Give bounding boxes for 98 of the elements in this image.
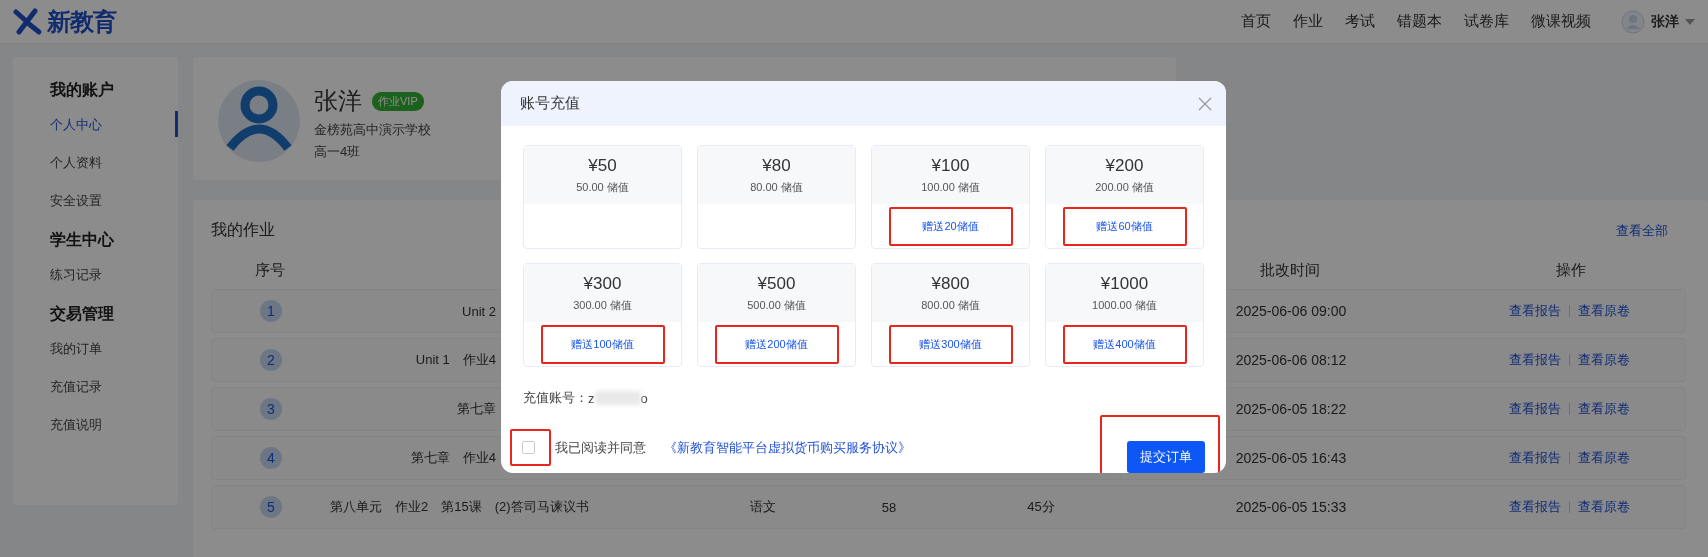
package-price: ¥80 [762,155,791,176]
package-card[interactable]: ¥500 500.00 储值 赠送200储值 [697,263,856,367]
nav-link[interactable]: 首页 [1241,12,1271,31]
package-value: 80.00 储值 [750,179,803,195]
agreement-link[interactable]: 《新教育智能平台虚拟货币购买服务协议》 [664,438,911,457]
table-cell: Unit 2 [462,303,496,319]
avatar-icon [218,80,300,162]
column-header: 批改时间 [1259,260,1321,280]
table-cell: 45分 [1027,499,1055,514]
action-link[interactable]: 查看报告 [1508,351,1561,369]
row-number: 4 [260,447,282,469]
nav-link[interactable]: 作业 [1293,12,1323,31]
sidebar-heading: 我的账户 [50,80,115,100]
sidebar-item[interactable]: 个人中心 [50,115,178,135]
nav-link[interactable]: 微课视频 [1531,12,1591,31]
action-link[interactable]: 查看报告 [1508,449,1561,467]
vip-badge: 作业VIP [372,91,424,111]
sidebar-heading: 学生中心 [50,230,115,250]
package-price: ¥500 [757,273,796,294]
action-link[interactable]: 查看报告 [1508,498,1561,516]
agreement-text: 我已阅读并同意 [555,438,646,457]
logo-text[interactable]: 新教育 [47,5,116,38]
bonus-text: 赠送20储值 [921,218,980,234]
package-card[interactable]: ¥80 80.00 储值 [697,145,856,249]
package-card[interactable]: ¥300 300.00 储值 赠送100储值 [523,263,682,367]
account-label: 充值账号： [523,389,588,407]
selection-indicator [175,111,178,137]
table-cell: 2025-06-05 18:22 [1235,401,1347,417]
package-price: ¥200 [1105,155,1144,176]
column-header: 操作 [1555,260,1587,280]
action-link[interactable]: 查看原卷 [1577,400,1630,418]
table-cell: 2025-06-06 09:00 [1235,303,1347,319]
table-cell: 2025-06-05 15:33 [1235,499,1347,515]
package-price: ¥1000 [1100,273,1149,294]
package-price: ¥800 [931,273,970,294]
nav-link[interactable]: 试卷库 [1464,12,1509,31]
table-cell: 第七章 [457,401,496,416]
logo-icon [13,7,43,36]
package-value: 300.00 储值 [573,297,632,313]
bonus-text: 赠送300储值 [918,336,983,352]
package-value: 800.00 储值 [921,297,980,313]
action-link[interactable]: 查看报告 [1508,400,1561,418]
sidebar-item[interactable]: 充值说明 [50,415,178,435]
package-price: ¥50 [588,155,617,176]
avatar-icon[interactable] [1621,9,1645,34]
table-cell: 2025-06-05 16:43 [1235,450,1347,466]
package-value: 200.00 储值 [1095,179,1154,195]
account-value: o [640,390,648,406]
user-name[interactable]: 张洋 [1651,12,1679,31]
school-name: 金榜苑高中演示学校 [314,121,431,139]
action-link[interactable]: 查看原卷 [1577,449,1630,467]
sidebar-heading: 交易管理 [50,304,115,324]
sidebar-item[interactable]: 安全设置 [50,191,178,211]
submit-button[interactable]: 提交订单 [1127,441,1205,473]
sidebar-item[interactable]: 我的订单 [50,339,178,359]
nav-link[interactable]: 考试 [1345,12,1375,31]
row-number: 1 [260,300,282,322]
bonus-text: 赠送100储值 [570,336,635,352]
package-card[interactable]: ¥200 200.00 储值 赠送60储值 [1045,145,1204,249]
row-number: 3 [260,398,282,420]
package-value: 100.00 储值 [921,179,980,195]
bonus-text: 赠送60储值 [1095,218,1154,234]
close-icon[interactable] [1198,96,1212,111]
caret-icon[interactable] [1685,18,1695,25]
package-value: 500.00 储值 [747,297,806,313]
package-card[interactable]: ¥50 50.00 储值 [523,145,682,249]
user-name: 张洋 [314,86,362,116]
table-cell: 第七章 作业4 [410,450,496,465]
column-header: 序号 [254,260,286,280]
table-cell: 58 [881,499,897,515]
bonus-text: 赠送400储值 [1092,336,1157,352]
action-link[interactable]: 查看原卷 [1577,302,1630,320]
table-cell: 第八单元 作业2 第15课 (2)答司马谏议书 [330,499,589,514]
agreement-checkbox[interactable] [522,441,535,454]
dialog-title: 账号充值 [520,94,580,113]
package-price: ¥100 [931,155,970,176]
package-card[interactable]: ¥800 800.00 储值 赠送300储值 [871,263,1030,367]
package-value: 50.00 储值 [576,179,629,195]
row-number: 2 [260,349,282,371]
view-all-link[interactable]: 查看全部 [1616,221,1668,240]
action-link[interactable]: 查看原卷 [1577,498,1630,516]
action-link[interactable]: 查看原卷 [1577,351,1630,369]
table-cell: 语文 [750,499,776,514]
action-link[interactable]: 查看报告 [1508,302,1561,320]
table-cell: Unit 1 作业4 [415,352,496,367]
table-cell: 2025-06-06 08:12 [1235,352,1347,368]
bonus-text: 赠送200储值 [744,336,809,352]
row-number: 5 [260,496,282,518]
nav-link[interactable]: 错题本 [1397,12,1442,31]
package-price: ¥300 [583,273,622,294]
sidebar-item[interactable]: 充值记录 [50,377,178,397]
sidebar-item[interactable]: 个人资料 [50,153,178,173]
package-card[interactable]: ¥1000 1000.00 储值 赠送400储值 [1045,263,1204,367]
account-value: z [588,390,595,406]
package-card[interactable]: ¥100 100.00 储值 赠送20储值 [871,145,1030,249]
section-title: 我的作业 [211,220,275,240]
package-value: 1000.00 储值 [1092,297,1157,313]
sidebar-item[interactable]: 练习记录 [50,265,178,285]
